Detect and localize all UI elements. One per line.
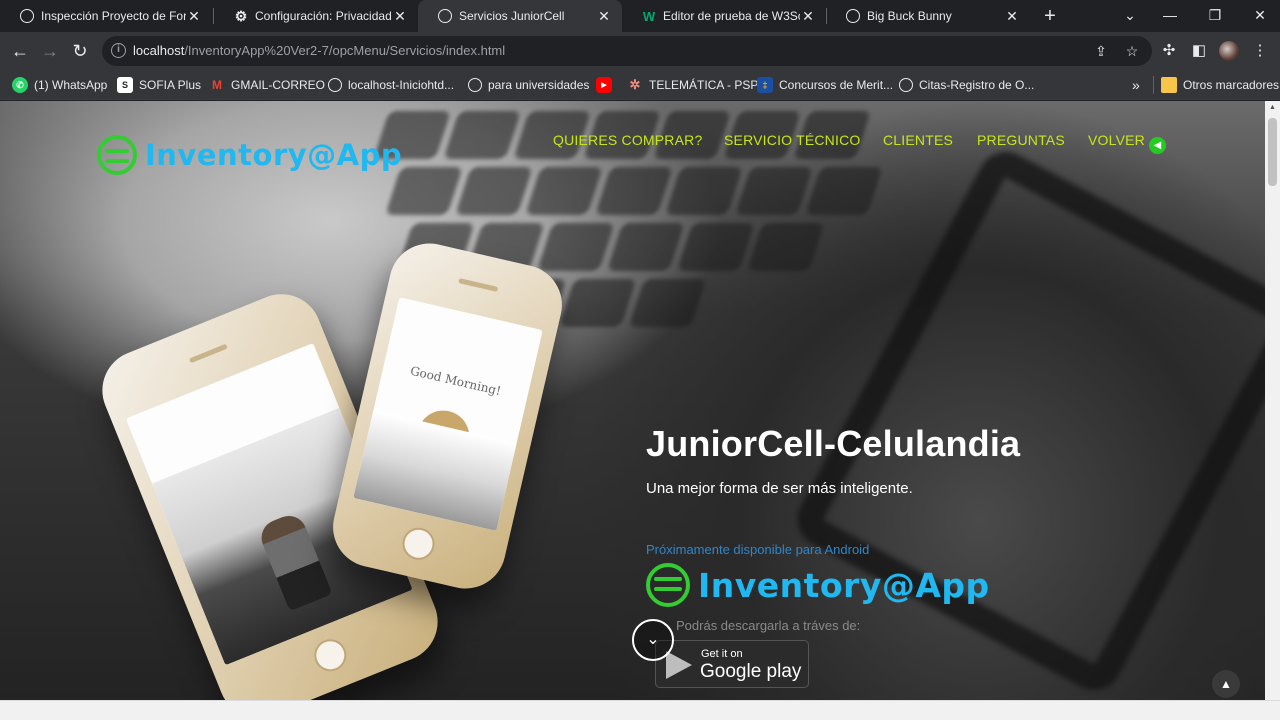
bookmark-sofia-plus[interactable]: S SOFIA Plus: [117, 76, 201, 94]
close-icon[interactable]: ✕: [392, 8, 408, 25]
side-panel-icon[interactable]: ◧: [1189, 41, 1209, 61]
page-bottom-edge: [0, 700, 1280, 720]
scroll-down-button[interactable]: ⌄: [632, 619, 674, 661]
phone-greeting: Good Morning!: [408, 363, 503, 399]
logo-mark-icon: [646, 563, 690, 607]
nav-clientes[interactable]: CLIENTES: [883, 132, 953, 148]
tab-title: Inspección Proyecto de Formación: [41, 9, 186, 23]
coming-soon-text: Próximamente disponible para Android: [646, 542, 870, 557]
tab-strip: Inspección Proyecto de Formación ✕ ⚙ Con…: [0, 0, 1280, 32]
profile-avatar[interactable]: [1219, 41, 1239, 61]
google-play-icon: [666, 651, 692, 679]
restore-button[interactable]: ❐: [1195, 0, 1235, 32]
minimize-button[interactable]: —: [1150, 0, 1190, 32]
w3schools-icon: W: [642, 8, 656, 24]
tab-title: Editor de prueba de W3Schools: [663, 9, 800, 23]
nav-servicio-tecnico[interactable]: SERVICIO TÉCNICO: [724, 132, 861, 148]
tab-search-button[interactable]: ⌄: [1110, 0, 1150, 32]
phone-home-button: [309, 634, 352, 677]
extensions-icon[interactable]: ✣: [1159, 41, 1179, 61]
phone-speaker: [188, 343, 228, 364]
sofia-plus-icon: S: [117, 77, 133, 93]
globe-icon: [846, 9, 860, 23]
bookmark-telematica[interactable]: ✲ TELEMÁTICA - PSP: [627, 76, 759, 94]
tab-title: Configuración: Privacidad y seguridad: [255, 9, 392, 23]
globe-icon: [438, 9, 452, 23]
youtube-icon: ▶: [596, 77, 612, 93]
share-icon[interactable]: ⇪: [1092, 42, 1110, 60]
google-play-badge[interactable]: Get it on Google play: [655, 640, 809, 688]
bookmark-star-icon[interactable]: ☆: [1123, 42, 1141, 60]
other-bookmarks-folder[interactable]: Otros marcadores: [1161, 76, 1279, 94]
bookmark-youtube[interactable]: ▶: [596, 76, 618, 94]
hero-app-logo: Inventory@App: [646, 563, 990, 607]
back-to-top-button[interactable]: ▲: [1212, 670, 1240, 698]
logo-text: Inventory@App: [698, 565, 990, 605]
nav-quieres-comprar[interactable]: QUIERES COMPRAR?: [553, 132, 702, 148]
nav-volver[interactable]: VOLVER ◀: [1088, 132, 1166, 154]
tab-inspeccion[interactable]: Inspección Proyecto de Formación ✕: [0, 0, 212, 32]
gear-icon: ⚙: [234, 7, 248, 24]
tab-title: Servicios JuniorCell: [459, 9, 565, 23]
globe-icon: [328, 78, 342, 92]
browser-toolbar: ← → ↻ i localhost/InventoryApp%20Ver2-7/…: [0, 32, 1280, 70]
forward-button[interactable]: →: [38, 39, 62, 63]
bookmarks-bar: ✆ (1) WhatsApp S SOFIA Plus M GMAIL-CORREO …: [0, 70, 1280, 100]
tab-configuracion[interactable]: ⚙ Configuración: Privacidad y seguridad …: [214, 0, 418, 32]
bookmark-gmail[interactable]: M GMAIL-CORREO: [209, 76, 325, 94]
site-logo[interactable]: Inventory@App: [97, 135, 402, 175]
bookmark-universidades[interactable]: para universidades: [468, 76, 589, 94]
scroll-up-arrow-icon[interactable]: ▲: [1265, 104, 1280, 111]
logo-text: Inventory@App: [145, 138, 403, 172]
phone-home-button: [398, 524, 438, 563]
phone-speaker: [457, 278, 498, 292]
page-viewport: Inventory@App QUIERES COMPRAR? SERVICIO …: [0, 101, 1265, 700]
new-tab-button[interactable]: +: [1038, 4, 1062, 28]
close-icon[interactable]: ✕: [186, 8, 202, 25]
chevron-up-icon: ▲: [1220, 677, 1232, 691]
menu-icon[interactable]: ⋮: [1250, 41, 1270, 61]
close-icon[interactable]: ✕: [596, 8, 612, 25]
address-bar[interactable]: i localhost/InventoryApp%20Ver2-7/opcMen…: [102, 36, 1152, 66]
tab-title: Big Buck Bunny: [867, 9, 952, 23]
reload-button[interactable]: ↻: [68, 39, 92, 63]
whatsapp-icon: ✆: [12, 77, 28, 93]
bookmark-whatsapp[interactable]: ✆ (1) WhatsApp: [12, 76, 107, 94]
nav-preguntas[interactable]: PREGUNTAS: [977, 132, 1065, 148]
bookmark-localhost[interactable]: localhost-Iniciohtd...: [328, 76, 454, 94]
cnsc-icon: ‡: [757, 77, 773, 93]
bookmark-concursos[interactable]: ‡ Concursos de Merit...: [757, 76, 893, 94]
hero-subtitle: Una mejor forma de ser más inteligente.: [646, 480, 913, 497]
tab-servicios-juniorcell[interactable]: Servicios JuniorCell ✕: [418, 0, 622, 32]
site-info-icon[interactable]: i: [111, 43, 126, 58]
close-icon[interactable]: ✕: [1004, 8, 1020, 25]
folder-icon: [1161, 77, 1177, 93]
scrollbar-thumb[interactable]: [1268, 118, 1277, 186]
phone-screen: Good Morning! 16: [353, 297, 543, 531]
globe-icon: [899, 78, 913, 92]
bookmarks-overflow-button[interactable]: »: [1132, 76, 1140, 94]
gmail-icon: M: [212, 78, 222, 92]
back-button[interactable]: ←: [8, 39, 32, 63]
misty-mountain-image: [353, 410, 517, 531]
settings-icon: ✲: [629, 77, 641, 92]
hero-title: JuniorCell-Celulandia: [646, 423, 1021, 464]
globe-icon: [468, 78, 482, 92]
download-text: Podrás descargarla a tráves de:: [676, 618, 861, 633]
back-arrow-icon: ◀: [1148, 137, 1166, 154]
close-icon[interactable]: ✕: [800, 8, 816, 25]
url-text[interactable]: localhost/InventoryApp%20Ver2-7/opcMenu/…: [133, 43, 505, 58]
tab-w3schools[interactable]: W Editor de prueba de W3Schools ✕: [622, 0, 826, 32]
logo-mark-icon: [97, 135, 137, 175]
tab-big-buck-bunny[interactable]: Big Buck Bunny ✕: [826, 0, 1030, 32]
bookmark-citas[interactable]: Citas-Registro de O...: [899, 76, 1034, 94]
bookmarks-divider: [1153, 76, 1154, 94]
close-window-button[interactable]: ✕: [1240, 0, 1280, 32]
globe-icon: [20, 9, 34, 23]
page-scrollbar[interactable]: ▲: [1265, 101, 1280, 700]
double-chevron-down-icon: ⌄: [646, 631, 660, 648]
